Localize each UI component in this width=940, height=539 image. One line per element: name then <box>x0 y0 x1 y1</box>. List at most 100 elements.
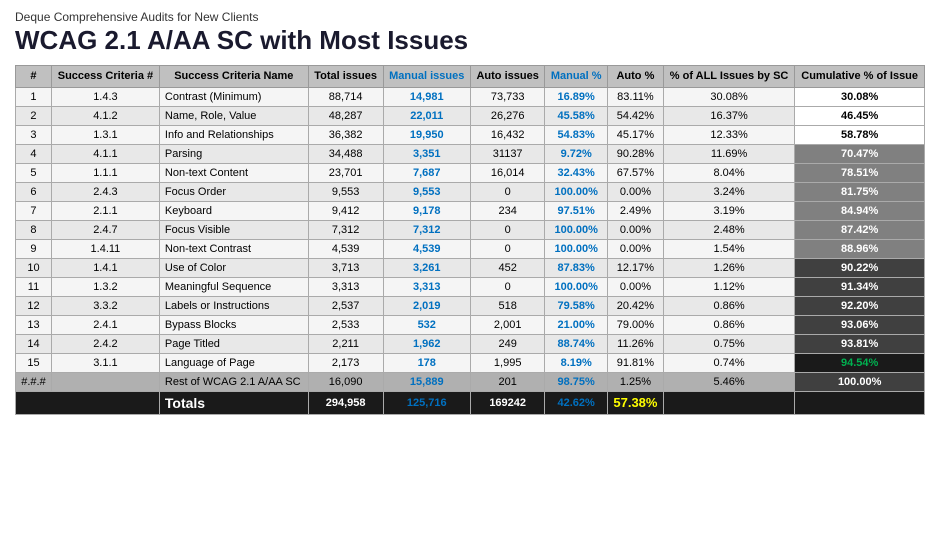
table-row: 111.3.2Meaningful Sequence3,3133,3130100… <box>16 277 925 296</box>
cell-manual-pct: 100.00% <box>545 182 608 201</box>
cell-manual-pct: 100.00% <box>545 277 608 296</box>
table-row: 82.4.7Focus Visible7,3127,3120100.00%0.0… <box>16 220 925 239</box>
totals-manual-pct: 42.62% <box>545 391 608 414</box>
col-criteria-name: Success Criteria Name <box>159 65 308 87</box>
col-cumulative: Cumulative % of Issue <box>795 65 925 87</box>
cell-auto-issues: 31137 <box>470 144 544 163</box>
cell-manual-pct: 54.83% <box>545 125 608 144</box>
cell-auto-issues: 0 <box>470 277 544 296</box>
cell-num: 5 <box>16 163 52 182</box>
cell-manual-issues: 532 <box>383 315 470 334</box>
totals-manual: 125,716 <box>383 391 470 414</box>
cell-manual-pct: 87.83% <box>545 258 608 277</box>
cell-cumulative: 78.51% <box>795 163 925 182</box>
cell-manual-issues: 3,261 <box>383 258 470 277</box>
cell-criteria-name: Page Titled <box>159 334 308 353</box>
cell-cumulative: 84.94% <box>795 201 925 220</box>
cell-manual-issues: 7,687 <box>383 163 470 182</box>
cell-manual-pct: 32.43% <box>545 163 608 182</box>
cell-manual-issues: 9,178 <box>383 201 470 220</box>
table-row: 123.3.2Labels or Instructions2,5372,0195… <box>16 296 925 315</box>
cell-criteria-name: Contrast (Minimum) <box>159 87 308 106</box>
cell-auto-issues: 518 <box>470 296 544 315</box>
cell-total-issues: 2,211 <box>308 334 383 353</box>
cell-manual-pct: 100.00% <box>545 239 608 258</box>
cell-auto-issues: 16,014 <box>470 163 544 182</box>
table-row: 31.3.1Info and Relationships36,38219,950… <box>16 125 925 144</box>
cell-auto-issues: 234 <box>470 201 544 220</box>
cell-total-issues: 2,533 <box>308 315 383 334</box>
cell-cumulative: 93.06% <box>795 315 925 334</box>
totals-pct-all <box>663 391 794 414</box>
cell-total-issues: 7,312 <box>308 220 383 239</box>
cell-cumulative: 91.34% <box>795 277 925 296</box>
cell-num: 2 <box>16 106 52 125</box>
cell-criteria-num: 2.4.3 <box>51 182 159 201</box>
cell-auto-pct: 83.11% <box>607 87 663 106</box>
cell-total-issues: 4,539 <box>308 239 383 258</box>
cell-auto-issues: 2,001 <box>470 315 544 334</box>
cell-manual-pct: 8.19% <box>545 353 608 372</box>
table-row: 132.4.1Bypass Blocks2,5335322,00121.00%7… <box>16 315 925 334</box>
cell-cumulative: 70.47% <box>795 144 925 163</box>
cell-total-issues: 9,412 <box>308 201 383 220</box>
cell-manual-issues: 178 <box>383 353 470 372</box>
cell-manual-issues: 3,313 <box>383 277 470 296</box>
cell-num: 12 <box>16 296 52 315</box>
cell-manual-pct: 88.74% <box>545 334 608 353</box>
cell-manual-issues: 22,011 <box>383 106 470 125</box>
cell-cumulative: 90.22% <box>795 258 925 277</box>
cell-total-issues: 3,313 <box>308 277 383 296</box>
totals-total: 294,958 <box>308 391 383 414</box>
cell-criteria-name: Bypass Blocks <box>159 315 308 334</box>
cell-criteria-num: 1.1.1 <box>51 163 159 182</box>
table-row: 153.1.1Language of Page2,1731781,9958.19… <box>16 353 925 372</box>
cell-cumulative: 100.00% <box>795 372 925 391</box>
cell-total-issues: 23,701 <box>308 163 383 182</box>
cell-auto-pct: 54.42% <box>607 106 663 125</box>
cell-criteria-num: 1.4.11 <box>51 239 159 258</box>
totals-row: Totals294,958125,71616924242.62%57.38% <box>16 391 925 414</box>
issues-table: # Success Criteria # Success Criteria Na… <box>15 65 925 415</box>
cell-pct-all: 0.74% <box>663 353 794 372</box>
cell-criteria-name: Rest of WCAG 2.1 A/AA SC <box>159 372 308 391</box>
cell-pct-all: 30.08% <box>663 87 794 106</box>
cell-manual-pct: 16.89% <box>545 87 608 106</box>
cell-num: #.#.# <box>16 372 52 391</box>
cell-manual-pct: 21.00% <box>545 315 608 334</box>
cell-total-issues: 36,382 <box>308 125 383 144</box>
cell-total-issues: 88,714 <box>308 87 383 106</box>
cell-cumulative: 58.78% <box>795 125 925 144</box>
cell-pct-all: 1.12% <box>663 277 794 296</box>
cell-cumulative: 88.96% <box>795 239 925 258</box>
cell-manual-issues: 14,981 <box>383 87 470 106</box>
cell-total-issues: 16,090 <box>308 372 383 391</box>
cell-pct-all: 0.75% <box>663 334 794 353</box>
cell-num: 11 <box>16 277 52 296</box>
cell-criteria-name: Focus Visible <box>159 220 308 239</box>
cell-cumulative: 92.20% <box>795 296 925 315</box>
table-row: 11.4.3Contrast (Minimum)88,71414,98173,7… <box>16 87 925 106</box>
cell-pct-all: 2.48% <box>663 220 794 239</box>
cell-manual-issues: 2,019 <box>383 296 470 315</box>
cell-num: 7 <box>16 201 52 220</box>
cell-cumulative: 81.75% <box>795 182 925 201</box>
cell-cumulative: 30.08% <box>795 87 925 106</box>
cell-cumulative: 87.42% <box>795 220 925 239</box>
col-auto-issues: Auto issues <box>470 65 544 87</box>
cell-pct-all: 8.04% <box>663 163 794 182</box>
cell-num: 13 <box>16 315 52 334</box>
cell-auto-pct: 12.17% <box>607 258 663 277</box>
cell-auto-pct: 45.17% <box>607 125 663 144</box>
totals-auto-pct: 57.38% <box>607 391 663 414</box>
cell-total-issues: 9,553 <box>308 182 383 201</box>
table-row: 101.4.1Use of Color3,7133,26145287.83%12… <box>16 258 925 277</box>
table-row: 91.4.11Non-text Contrast4,5394,5390100.0… <box>16 239 925 258</box>
cell-criteria-name: Non-text Content <box>159 163 308 182</box>
col-criteria-num: Success Criteria # <box>51 65 159 87</box>
cell-auto-issues: 16,432 <box>470 125 544 144</box>
cell-pct-all: 12.33% <box>663 125 794 144</box>
cell-pct-all: 1.26% <box>663 258 794 277</box>
table-row: 62.4.3Focus Order9,5539,5530100.00%0.00%… <box>16 182 925 201</box>
cell-manual-issues: 3,351 <box>383 144 470 163</box>
